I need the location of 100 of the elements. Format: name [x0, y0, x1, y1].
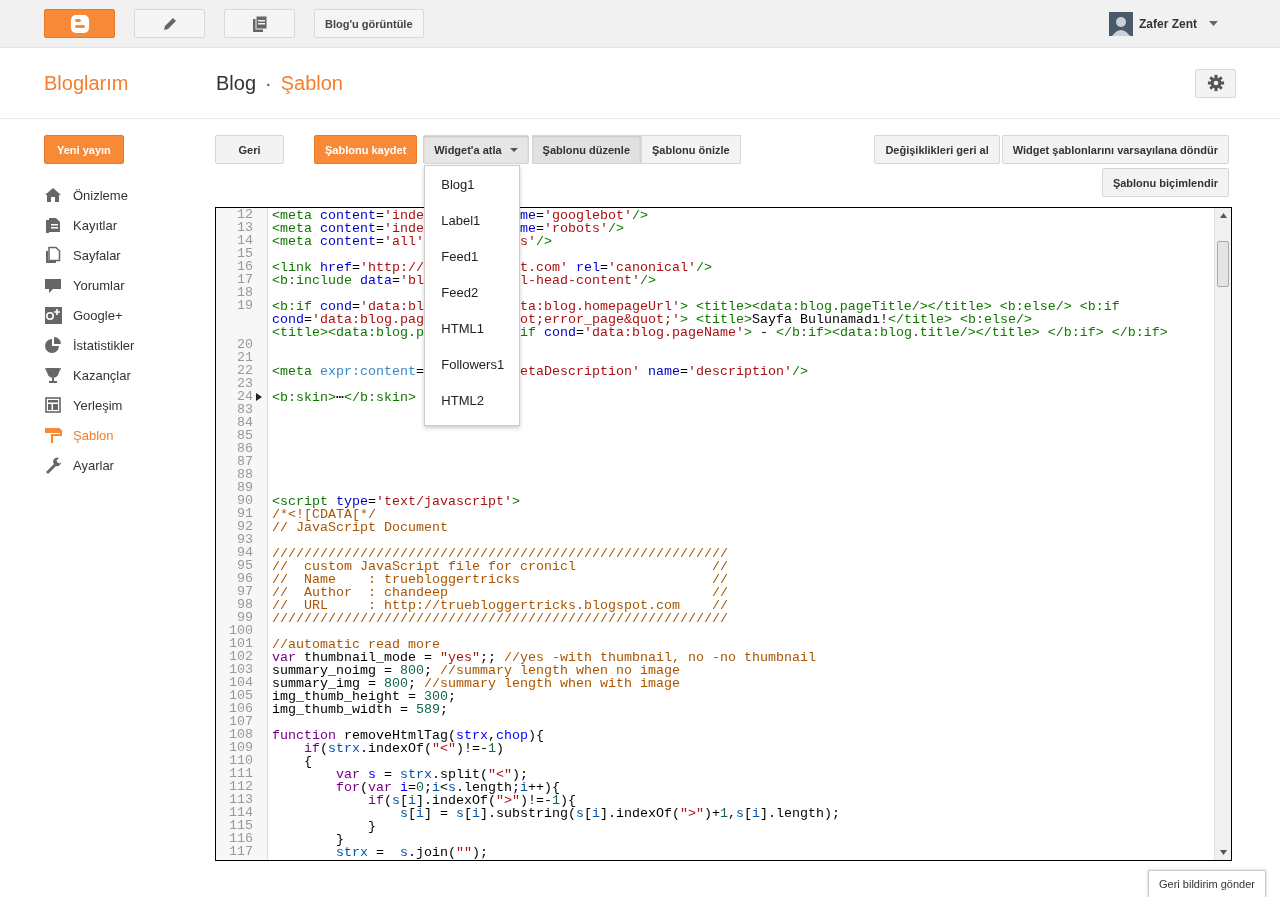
sidebar-item[interactable]: Yorumlar: [44, 270, 215, 300]
settings-button[interactable]: [1195, 68, 1236, 98]
sidebar-item[interactable]: Önizleme: [44, 180, 215, 210]
code-line: /*<![CDATA[*/: [272, 508, 376, 521]
posts-icon: [44, 216, 62, 234]
code-line: <meta content='all': [272, 235, 424, 248]
reset-widgets-button[interactable]: Widget şablonlarını varsayılana döndür: [1001, 135, 1229, 164]
scroll-down-icon[interactable]: [1219, 850, 1227, 855]
line-number: 83: [236, 403, 253, 416]
code-line: var s = strx.split("<");: [335, 768, 528, 781]
line-number: 90: [236, 494, 253, 507]
code-line: summary_noimg = 800; //summary length when no image: [272, 664, 680, 677]
scroll-up-icon[interactable]: [1219, 213, 1227, 218]
posts-button[interactable]: [224, 9, 295, 38]
menu-item[interactable]: Label1: [425, 203, 520, 239]
code-line: ta:blog.homepageUrl'> <title><data:blog.pageTitle/></title> <b:else/> <b:if: [519, 300, 1120, 313]
sidebar-item[interactable]: Kayıtlar: [44, 210, 215, 240]
format-button[interactable]: Şablonu biçimlendir: [1101, 168, 1229, 197]
caret-icon[interactable]: [1209, 21, 1218, 26]
line-number: 92: [236, 520, 253, 533]
code-line: for(var i=0;i<s.length;i++){: [335, 781, 560, 794]
line-number: 103: [228, 663, 253, 676]
back-button[interactable]: Geri: [215, 135, 284, 164]
code-line: }: [366, 820, 376, 833]
line-number: 24: [236, 390, 253, 403]
user-name[interactable]: Zafer Zent: [1139, 16, 1197, 31]
home-icon: [44, 186, 62, 204]
paint-roller-icon: [44, 426, 62, 444]
menu-item[interactable]: Followers1: [425, 347, 520, 383]
view-blog-button[interactable]: Blog'u görüntüle: [314, 9, 424, 38]
line-number: 109: [228, 741, 253, 754]
scroll-thumb[interactable]: [1217, 241, 1229, 287]
view-tab[interactable]: Şablonu düzenle: [531, 135, 641, 164]
line-number: 16: [236, 260, 253, 273]
line-number: 116: [228, 832, 253, 845]
blog-name[interactable]: Blog: [216, 71, 257, 95]
code-line: summary_img = 800; //summary length when with image: [272, 677, 680, 690]
line-number: 107: [228, 715, 253, 728]
jump-menu-button[interactable]: Widget'a atla: [423, 135, 529, 164]
line-number: 22: [236, 364, 253, 377]
blogger-button[interactable]: [44, 9, 115, 38]
code-line: <link href='http://: [272, 261, 424, 274]
line-number: 89: [236, 481, 253, 494]
line-number: 114: [228, 806, 253, 819]
line-number: 85: [236, 429, 253, 442]
line-number: 97: [236, 585, 253, 598]
pages-icon: [44, 246, 62, 264]
code-line: // URL : http://truebloggertricks.blogspot.com //: [272, 599, 728, 612]
menu-item[interactable]: HTML2: [425, 383, 520, 419]
menu-item[interactable]: Blog1: [425, 167, 520, 203]
code-line: ot;error_page&quot;'> <title>Sayfa Bulunamadı!</title> <b:else/>: [519, 313, 1032, 326]
sidebar-item[interactable]: İstatistikler: [44, 330, 215, 360]
menu-item[interactable]: HTML1: [425, 311, 520, 347]
sidebar-item[interactable]: Sayfalar: [44, 240, 215, 270]
google-plus-icon: [44, 306, 62, 324]
line-number: 99: [236, 611, 253, 624]
code-line: <script type='text/javascript'>: [272, 495, 520, 508]
revert-button[interactable]: Değişiklikleri geri al: [874, 135, 1000, 164]
code-line: me='robots'/>: [519, 222, 624, 235]
new-post-button[interactable]: [134, 9, 205, 38]
view-tab[interactable]: Şablonu önizle: [641, 135, 741, 164]
sidebar-item[interactable]: Yerleşim: [44, 390, 215, 420]
line-number: 23: [236, 377, 253, 390]
code-line: me='googlebot'/>: [519, 209, 648, 222]
line-number: 18: [236, 286, 253, 299]
line-number: 117: [228, 845, 253, 858]
line-number: 102: [228, 650, 253, 663]
code-line: }: [335, 833, 344, 846]
line-number: 106: [228, 702, 253, 715]
line-number: 101: [228, 637, 253, 650]
code-line: if cond='data:blog.pageName'> - </b:if><data:blog.title/></title> </b:if> </b:if>: [519, 326, 1168, 339]
menu-item[interactable]: Feed2: [425, 275, 520, 311]
caret-icon: [509, 147, 518, 152]
code-line: img_thumb_height = 300;: [272, 690, 456, 703]
line-number: 111: [228, 767, 253, 780]
line-number: 108: [228, 728, 253, 741]
feedback-button[interactable]: Geri bildirim gönder: [1148, 870, 1266, 897]
code-line: img_thumb_width = 589;: [272, 703, 448, 716]
line-number: 20: [236, 338, 253, 351]
line-number: 14: [236, 234, 253, 247]
menu-item[interactable]: Feed1: [425, 239, 520, 275]
sidebar-item[interactable]: Ayarlar: [44, 450, 215, 480]
fold-marker-icon[interactable]: [256, 393, 262, 401]
line-number: 112: [228, 780, 253, 793]
scrollbar[interactable]: [1214, 208, 1231, 860]
line-number: 110: [228, 754, 253, 767]
sidebar-item[interactable]: Google+: [44, 300, 215, 330]
code-line: // Author : chandeep //: [272, 586, 728, 599]
documents-icon: [250, 14, 269, 33]
code-line: s'/>: [519, 235, 552, 248]
line-number: 12: [236, 208, 253, 221]
sidebar-item[interactable]: Kazançlar: [44, 360, 215, 390]
code-line: t.com' rel='canonical'/>: [519, 261, 712, 274]
code-line: /////////////////////////////////////////////////////////: [272, 547, 728, 560]
code-line: if(strx.indexOf("<")!=-1): [303, 742, 504, 755]
code-line: <meta content='inde: [272, 209, 424, 222]
code-line: <b:skin>⋯</b:skin>: [272, 391, 416, 404]
code-line: // Name : truebloggertricks //: [272, 573, 728, 586]
code-editor[interactable]: [215, 207, 1232, 861]
line-number: 96: [236, 572, 253, 585]
